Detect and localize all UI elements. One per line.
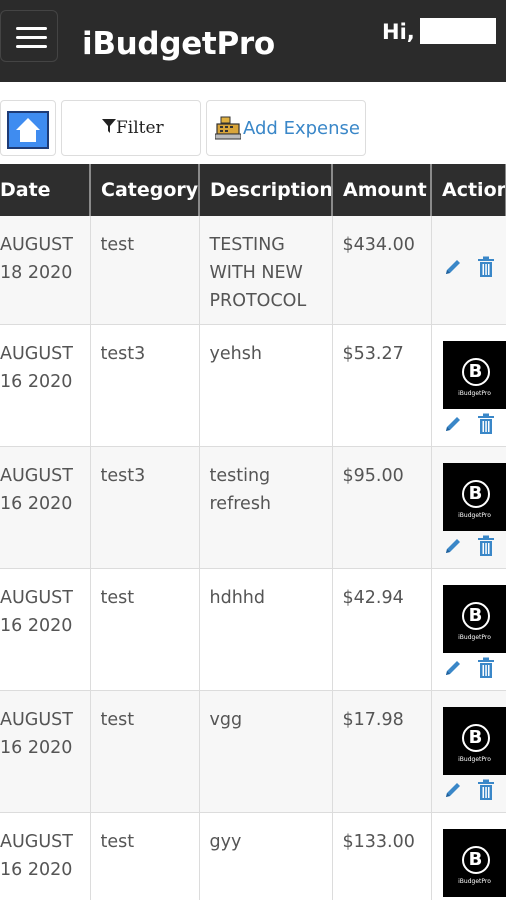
row-actions bbox=[443, 657, 506, 679]
receipt-thumbnail[interactable]: BiBudgetPro bbox=[442, 706, 505, 775]
greeting: Hi, bbox=[382, 20, 415, 44]
table-row: AUGUST 18 2020 test TESTING WITH NEW PROTO… bbox=[0, 216, 506, 325]
cell-amount: $42.94 bbox=[332, 568, 432, 691]
receipt-logo-caption: iBudgetPro bbox=[458, 633, 491, 641]
receipt-logo-caption: iBudgetPro bbox=[458, 511, 491, 519]
row-actions bbox=[443, 779, 506, 801]
home-button[interactable] bbox=[0, 100, 56, 156]
row-actions bbox=[443, 535, 506, 557]
table-header-row: Date Category Description Amount Action bbox=[0, 164, 506, 216]
cell-action: BiBudgetPro bbox=[431, 690, 506, 813]
cell-category: test bbox=[90, 216, 200, 325]
cell-action bbox=[431, 216, 506, 325]
trash-icon[interactable] bbox=[477, 413, 495, 435]
pencil-icon[interactable] bbox=[443, 780, 463, 800]
receipt-logo-caption: iBudgetPro bbox=[458, 877, 491, 885]
cell-category: test3 bbox=[90, 446, 200, 569]
user-name-redacted bbox=[420, 18, 496, 44]
app-title[interactable]: iBudgetPro bbox=[82, 26, 275, 62]
receipt-thumbnail[interactable]: BiBudgetPro bbox=[442, 462, 505, 531]
receipt-logo-caption: iBudgetPro bbox=[458, 755, 491, 763]
receipt-logo-letter: B bbox=[461, 479, 490, 508]
cell-category: test bbox=[90, 812, 200, 900]
cell-description: vgg bbox=[199, 690, 333, 813]
cell-category: test bbox=[90, 568, 200, 691]
cell-action: BiBudgetPro bbox=[431, 446, 506, 569]
row-actions bbox=[443, 256, 506, 278]
trash-icon[interactable] bbox=[477, 657, 495, 679]
column-header-action[interactable]: Action bbox=[431, 164, 506, 216]
cell-amount: $133.00 bbox=[332, 812, 432, 900]
receipt-logo-letter: B bbox=[461, 601, 490, 630]
receipt-logo-letter: B bbox=[461, 723, 490, 752]
cell-date: AUGUST 18 2020 bbox=[0, 216, 91, 325]
cell-description: gyy bbox=[199, 812, 333, 900]
filter-icon bbox=[102, 119, 116, 133]
cell-description: yehsh bbox=[199, 324, 333, 447]
cell-description: testing refresh bbox=[199, 446, 333, 569]
menu-icon bbox=[16, 27, 47, 30]
receipt-logo-letter: B bbox=[461, 845, 490, 874]
cell-date: AUGUST 16 2020 bbox=[0, 446, 91, 569]
expenses-table: Date Category Description Amount Action … bbox=[0, 164, 506, 900]
cell-date: AUGUST 16 2020 bbox=[0, 568, 91, 691]
pencil-icon[interactable] bbox=[443, 414, 463, 434]
add-expense-label: Add Expense bbox=[243, 117, 360, 139]
trash-icon[interactable] bbox=[477, 535, 495, 557]
table-row: AUGUST 16 2020 test hdhhd $42.94 BiBudgetPro bbox=[0, 568, 506, 691]
toolbar: Filter Add Expense bbox=[0, 82, 506, 164]
trash-icon[interactable] bbox=[477, 256, 495, 278]
receipt-logo-letter: B bbox=[461, 357, 490, 386]
filter-label: Filter bbox=[116, 118, 164, 138]
cash-register-icon bbox=[215, 116, 241, 140]
pencil-icon[interactable] bbox=[443, 536, 463, 556]
cell-category: test bbox=[90, 690, 200, 813]
menu-button[interactable] bbox=[0, 10, 58, 62]
cell-amount: $17.98 bbox=[332, 690, 432, 813]
cell-date: AUGUST 16 2020 bbox=[0, 324, 91, 447]
cell-amount: $95.00 bbox=[332, 446, 432, 569]
table-row: AUGUST 16 2020 test gyy $133.00 BiBudgetPro bbox=[0, 812, 506, 900]
column-header-category[interactable]: Category bbox=[90, 164, 200, 216]
column-header-description[interactable]: Description bbox=[199, 164, 333, 216]
home-icon bbox=[7, 111, 49, 149]
cell-action: BiBudgetPro bbox=[431, 812, 506, 900]
cell-action: BiBudgetPro bbox=[431, 568, 506, 691]
row-actions bbox=[443, 413, 506, 435]
cell-category: test3 bbox=[90, 324, 200, 447]
filter-button[interactable]: Filter bbox=[61, 100, 201, 156]
table-row: AUGUST 16 2020 test3 yehsh $53.27 BiBudgetPr… bbox=[0, 324, 506, 447]
trash-icon[interactable] bbox=[477, 779, 495, 801]
column-header-date[interactable]: Date bbox=[0, 164, 91, 216]
cell-description: TESTING WITH NEW PROTOCOL bbox=[199, 216, 333, 325]
receipt-logo-caption: iBudgetPro bbox=[458, 389, 491, 397]
cell-date: AUGUST 16 2020 bbox=[0, 812, 91, 900]
receipt-thumbnail[interactable]: BiBudgetPro bbox=[442, 828, 505, 897]
top-navbar: iBudgetPro Hi, bbox=[0, 0, 506, 82]
column-header-amount[interactable]: Amount bbox=[332, 164, 432, 216]
add-expense-button[interactable]: Add Expense bbox=[206, 100, 366, 156]
table-row: AUGUST 16 2020 test vgg $17.98 BiBudgetPro bbox=[0, 690, 506, 813]
pencil-icon[interactable] bbox=[443, 257, 463, 277]
cell-description: hdhhd bbox=[199, 568, 333, 691]
receipt-thumbnail[interactable]: BiBudgetPro bbox=[442, 584, 505, 653]
cell-action: BiBudgetPro bbox=[431, 324, 506, 447]
receipt-thumbnail[interactable]: BiBudgetPro bbox=[442, 340, 505, 409]
cell-amount: $434.00 bbox=[332, 216, 432, 325]
cell-date: AUGUST 16 2020 bbox=[0, 690, 91, 813]
cell-amount: $53.27 bbox=[332, 324, 432, 447]
table-row: AUGUST 16 2020 test3 testing refresh $95.00… bbox=[0, 446, 506, 569]
pencil-icon[interactable] bbox=[443, 658, 463, 678]
